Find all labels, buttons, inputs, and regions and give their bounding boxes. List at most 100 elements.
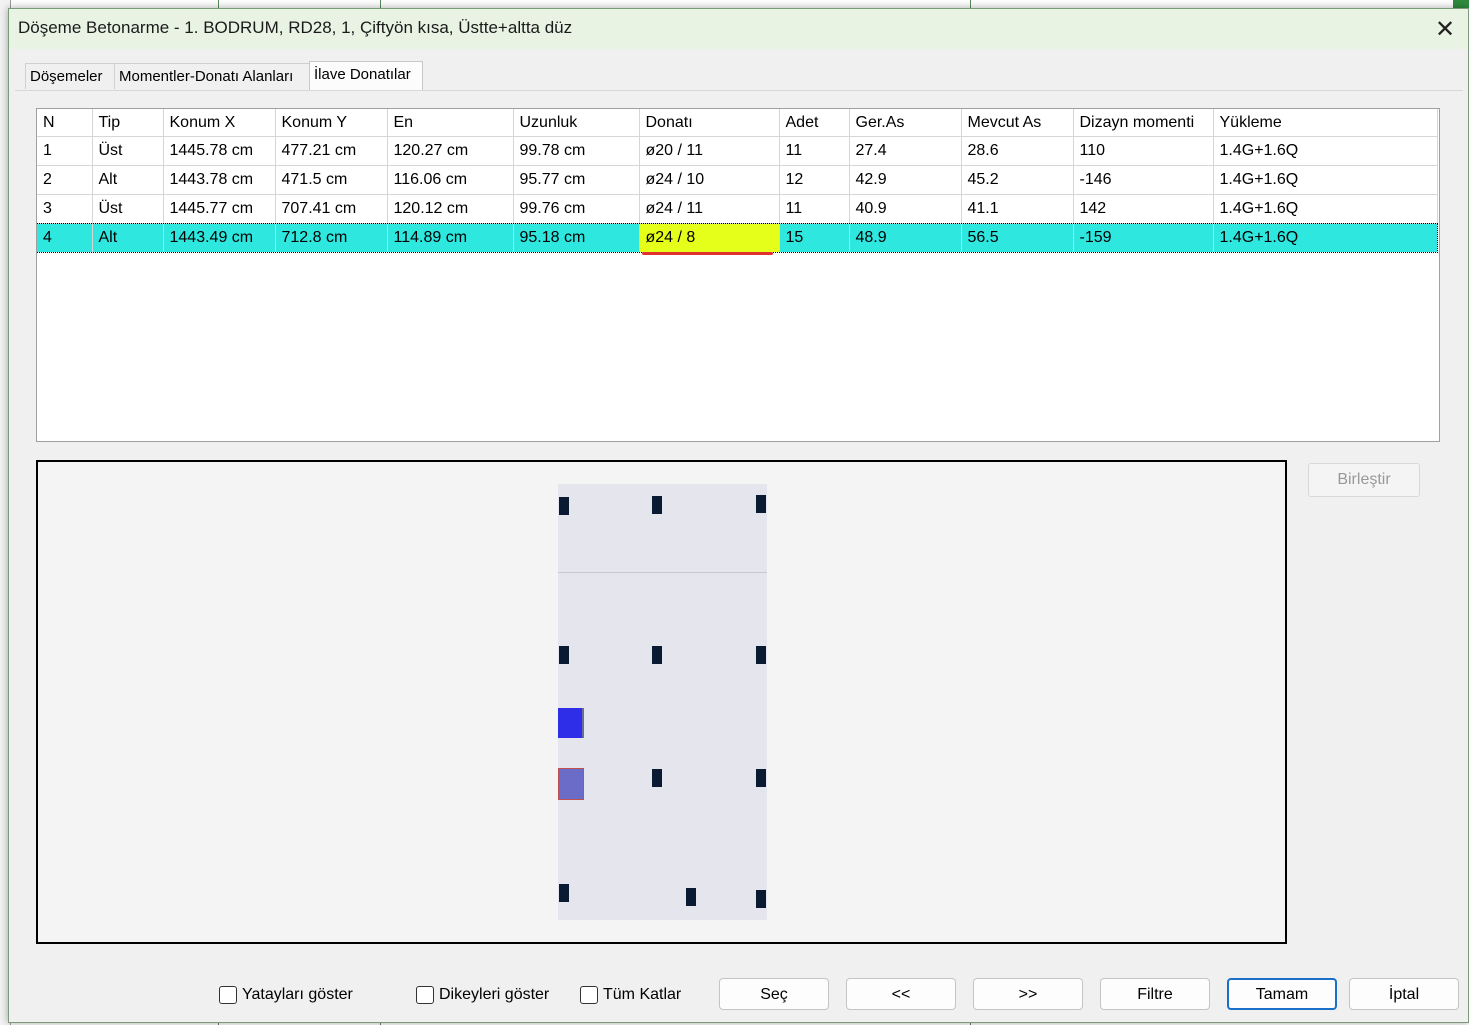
column-marker [756, 890, 766, 908]
column-marker [756, 769, 766, 787]
table-cell: 114.89 cm [387, 223, 514, 252]
column-header[interactable]: Donatı [639, 109, 780, 137]
table-cell: 4 [37, 223, 93, 252]
table-cell: 712.8 cm [275, 223, 388, 252]
column-marker [559, 646, 569, 664]
table-cell: ø24 / 10 [639, 165, 780, 195]
column-header[interactable]: Konum X [163, 109, 276, 137]
table-cell: 1.4G+1.6Q [1213, 165, 1438, 195]
column-marker [756, 646, 766, 664]
rebar-region[interactable] [558, 768, 584, 800]
table-cell: 95.77 cm [513, 165, 640, 195]
select-button[interactable]: Seç [719, 978, 829, 1010]
tab-additional-rebar[interactable]: İlave Donatılar [309, 61, 423, 91]
column-marker [652, 646, 662, 664]
table-cell: Alt [92, 223, 164, 252]
table-cell: 707.41 cm [275, 194, 388, 224]
title-bar: Döşeme Betonarme - 1. BODRUM, RD28, 1, Ç… [9, 9, 1468, 49]
table-cell: 2 [37, 165, 93, 195]
tab-slabs[interactable]: Döşemeler [25, 63, 115, 89]
table-cell: 41.1 [961, 194, 1074, 224]
column-header[interactable]: Adet [779, 109, 850, 137]
column-header[interactable]: Mevcut As [961, 109, 1074, 137]
show-horizontal-checkbox[interactable]: Yatayları göster [219, 984, 353, 1006]
table-cell: 3 [37, 194, 93, 224]
table-cell: 110 [1073, 136, 1214, 166]
table-cell: 28.6 [961, 136, 1074, 166]
table-cell: -159 [1073, 223, 1214, 252]
tab-moments-rebar-areas[interactable]: Momentler-Donatı Alanları [114, 63, 310, 89]
column-header[interactable]: Yükleme [1213, 109, 1438, 137]
table-cell: 1.4G+1.6Q [1213, 136, 1438, 166]
slab-reinforcement-dialog: Döşeme Betonarme - 1. BODRUM, RD28, 1, Ç… [8, 8, 1469, 1023]
table-cell: 1.4G+1.6Q [1213, 194, 1438, 224]
table-cell: 11 [779, 136, 850, 166]
table-cell-highlighted[interactable]: ø24 / 8 [639, 223, 780, 255]
slab-divider [558, 572, 767, 573]
table-cell: 48.9 [849, 223, 962, 252]
table-cell: 1 [37, 136, 93, 166]
table-cell: 1445.78 cm [163, 136, 276, 166]
column-header[interactable]: Tip [92, 109, 164, 137]
column-marker [686, 888, 696, 906]
column-header[interactable]: Konum Y [275, 109, 388, 137]
table-cell: 56.5 [961, 223, 1074, 252]
show-vertical-checkbox[interactable]: Dikeyleri göster [416, 984, 549, 1006]
table-cell: 45.2 [961, 165, 1074, 195]
table-header-row: N Tip Konum X Konum Y En Uzunluk Donatı … [37, 109, 1438, 137]
table-row[interactable]: 2 Alt 1443.78 cm 471.5 cm 116.06 cm 95.7… [37, 165, 1438, 195]
all-floors-checkbox[interactable]: Tüm Katlar [580, 984, 681, 1006]
column-header[interactable]: N [37, 109, 93, 137]
table-cell: 116.06 cm [387, 165, 514, 195]
table-cell: 11 [779, 194, 850, 224]
rebar-region-selected[interactable] [558, 708, 584, 738]
table-row[interactable]: 3 Üst 1445.77 cm 707.41 cm 120.12 cm 99.… [37, 194, 1438, 224]
column-header[interactable]: En [387, 109, 514, 137]
table-cell: 95.18 cm [513, 223, 640, 252]
close-button[interactable]: ✕ [1428, 13, 1462, 45]
ok-button[interactable]: Tamam [1227, 978, 1337, 1010]
slab-preview-canvas[interactable] [36, 460, 1287, 944]
column-marker [652, 769, 662, 787]
rebar-value: ø24 / 8 [645, 229, 696, 246]
column-header[interactable]: Dizayn momenti [1073, 109, 1214, 137]
table-cell: 477.21 cm [275, 136, 388, 166]
additional-rebar-table[interactable]: N Tip Konum X Konum Y En Uzunluk Donatı … [36, 108, 1440, 442]
table-cell: 42.9 [849, 165, 962, 195]
checkbox-box[interactable] [219, 986, 237, 1004]
table-cell: 471.5 cm [275, 165, 388, 195]
table-cell: ø24 / 11 [639, 194, 780, 224]
table-cell: 12 [779, 165, 850, 195]
table-row-selected[interactable]: 4 Alt 1443.49 cm 712.8 cm 114.89 cm 95.1… [37, 222, 1438, 255]
checkbox-box[interactable] [416, 986, 434, 1004]
checkbox-label: Yatayları göster [242, 986, 353, 1003]
filter-button[interactable]: Filtre [1100, 978, 1210, 1010]
column-header[interactable]: Uzunluk [513, 109, 640, 137]
warning-underline [641, 252, 773, 255]
table-cell: Alt [92, 165, 164, 195]
table-cell: 15 [779, 223, 850, 252]
table-cell: 40.9 [849, 194, 962, 224]
table-cell: 120.12 cm [387, 194, 514, 224]
table-cell: 1.4G+1.6Q [1213, 223, 1438, 252]
close-icon: ✕ [1434, 15, 1456, 43]
column-marker [559, 497, 569, 515]
table-row[interactable]: 1 Üst 1445.78 cm 477.21 cm 120.27 cm 99.… [37, 136, 1438, 166]
next-button[interactable]: >> [973, 978, 1083, 1010]
column-header[interactable]: Ger.As [849, 109, 962, 137]
table-cell: 142 [1073, 194, 1214, 224]
table-cell: Üst [92, 136, 164, 166]
cancel-button[interactable]: İptal [1349, 978, 1459, 1010]
table-cell: 99.76 cm [513, 194, 640, 224]
merge-button[interactable]: Birleştir [1308, 463, 1420, 497]
table-cell: ø20 / 11 [639, 136, 780, 166]
table-cell: 1443.78 cm [163, 165, 276, 195]
checkbox-box[interactable] [580, 986, 598, 1004]
column-marker [756, 495, 766, 513]
previous-button[interactable]: << [846, 978, 956, 1010]
table-cell: 120.27 cm [387, 136, 514, 166]
checkbox-label: Dikeyleri göster [439, 986, 550, 1003]
table-cell: Üst [92, 194, 164, 224]
slab-outline [558, 484, 767, 920]
table-cell: 1443.49 cm [163, 223, 276, 252]
